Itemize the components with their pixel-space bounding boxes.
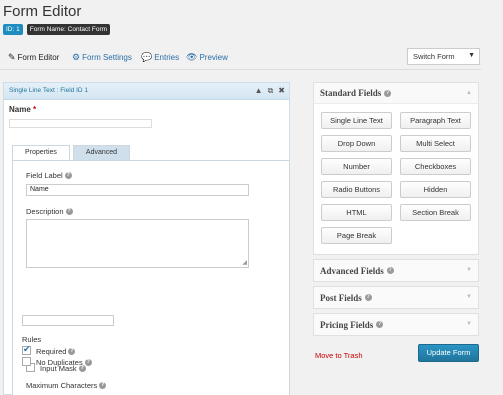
- advanced-fields-box: Advanced Fields ? ▼: [313, 259, 479, 282]
- move-to-trash-link[interactable]: Move to Trash: [315, 351, 363, 360]
- page-title: Form Editor: [3, 3, 82, 20]
- field-sidebar: Standard Fields ? ▲ Single Line Text Par…: [313, 82, 479, 340]
- no-duplicates-text: No Duplicates: [36, 358, 83, 367]
- add-hidden-button[interactable]: Hidden: [400, 181, 471, 198]
- field-title: Name *: [9, 105, 36, 114]
- help-icon[interactable]: ?: [64, 172, 72, 179]
- form-name-badge: Form Name: Contact Form: [26, 24, 111, 35]
- switch-form-value: Switch Form: [413, 52, 455, 61]
- form-id-badge: ID: 1: [3, 24, 23, 35]
- help-icon[interactable]: ?: [384, 89, 392, 97]
- add-section-break-button[interactable]: Section Break: [400, 204, 471, 221]
- standard-fields-header[interactable]: Standard Fields ?: [314, 83, 478, 104]
- chevron-up-icon[interactable]: ▲: [466, 90, 472, 96]
- add-page-break-button[interactable]: Page Break: [321, 227, 392, 244]
- add-single-line-text-button[interactable]: Single Line Text: [321, 112, 392, 129]
- add-drop-down-button[interactable]: Drop Down: [321, 135, 392, 152]
- pricing-fields-header[interactable]: Pricing Fields ?: [314, 314, 478, 335]
- field-panel-header[interactable]: Single Line Text : Field ID 1 ▲ ⧉ ✖: [4, 83, 289, 100]
- tab-properties[interactable]: Properties: [12, 145, 70, 161]
- required-text: Required: [36, 347, 67, 356]
- chevron-down-icon: ▼: [468, 52, 475, 59]
- property-tabs: Properties Advanced: [12, 145, 130, 161]
- pricing-fields-title: Pricing Fields: [320, 319, 374, 330]
- duplicate-icon[interactable]: ⧉: [268, 86, 274, 96]
- description-textarea[interactable]: ◢: [26, 219, 249, 268]
- preview-link[interactable]: 👁 Preview: [186, 52, 228, 63]
- panel-actions: ▲ ⧉ ✖: [255, 86, 285, 96]
- edit-icon: ✎: [8, 52, 16, 62]
- post-fields-title: Post Fields: [320, 292, 362, 303]
- field-label-heading: Field Label ?: [26, 171, 72, 180]
- standard-fields-grid: Single Line Text Paragraph Text Drop Dow…: [314, 104, 478, 254]
- no-duplicates-heading: No Duplicates ?: [36, 358, 92, 367]
- help-icon[interactable]: ?: [65, 208, 73, 215]
- max-chars-input[interactable]: [22, 315, 114, 326]
- help-icon[interactable]: ?: [84, 359, 92, 366]
- entries-label: Entries: [154, 53, 180, 62]
- help-icon[interactable]: ?: [386, 267, 394, 274]
- collapse-icon[interactable]: ▲: [255, 86, 263, 96]
- form-settings-link[interactable]: ⚙ Form Settings: [72, 52, 132, 63]
- rules-heading: Rules: [22, 335, 42, 344]
- standard-fields-title: Standard Fields: [320, 88, 382, 98]
- required-heading: Required ?: [36, 347, 76, 356]
- field-label-text: Field Label: [26, 171, 63, 180]
- add-paragraph-text-button[interactable]: Paragraph Text: [400, 112, 471, 129]
- max-chars-heading: Maximum Characters ?: [26, 381, 107, 390]
- entries-link[interactable]: 💬 Entries: [141, 52, 179, 63]
- field-preview-input[interactable]: [9, 119, 152, 128]
- post-fields-header[interactable]: Post Fields ?: [314, 287, 478, 308]
- field-label-input[interactable]: Name: [26, 184, 249, 196]
- gear-icon: ⚙: [72, 52, 81, 62]
- add-radio-buttons-button[interactable]: Radio Buttons: [321, 181, 392, 198]
- help-icon[interactable]: ?: [376, 321, 384, 328]
- form-badges: ID: 1 Form Name: Contact Form: [3, 24, 111, 35]
- post-fields-box: Post Fields ? ▼: [313, 286, 479, 309]
- field-panel-title: Single Line Text : Field ID 1: [9, 87, 89, 94]
- add-multi-select-button[interactable]: Multi Select: [400, 135, 471, 152]
- max-chars-text: Maximum Characters: [26, 381, 98, 390]
- advanced-fields-title: Advanced Fields: [320, 265, 384, 276]
- chevron-down-icon[interactable]: ▼: [466, 294, 472, 300]
- update-form-button[interactable]: Update Form: [418, 344, 479, 362]
- no-duplicates-checkbox[interactable]: [22, 357, 31, 366]
- field-title-text: Name: [9, 105, 31, 114]
- chevron-down-icon[interactable]: ▼: [466, 321, 472, 327]
- close-icon[interactable]: ✖: [278, 86, 285, 96]
- description-heading: Description ?: [26, 207, 73, 216]
- form-editor-label: Form Editor: [17, 53, 60, 62]
- required-marker: *: [33, 105, 37, 114]
- form-editor-link[interactable]: ✎ Form Editor: [8, 52, 59, 63]
- resize-handle-icon[interactable]: ◢: [242, 259, 247, 266]
- required-checkbox[interactable]: [22, 344, 31, 355]
- help-icon[interactable]: ?: [99, 382, 107, 389]
- editor-toolbar: ✎ Form Editor ⚙ Form Settings 💬 Entries …: [0, 43, 481, 70]
- chevron-down-icon[interactable]: ▼: [466, 267, 472, 273]
- eye-icon: 👁: [186, 52, 198, 62]
- standard-fields-box: Standard Fields ? ▲ Single Line Text Par…: [313, 82, 479, 255]
- help-icon[interactable]: ?: [364, 294, 372, 301]
- tab-advanced[interactable]: Advanced: [72, 145, 130, 161]
- add-html-button[interactable]: HTML: [321, 204, 392, 221]
- comment-icon: 💬: [141, 52, 153, 62]
- description-text: Description: [26, 207, 64, 216]
- preview-label: Preview: [199, 53, 228, 62]
- add-number-button[interactable]: Number: [321, 158, 392, 175]
- switch-form-select[interactable]: Switch Form ▼: [407, 48, 480, 65]
- form-settings-label: Form Settings: [82, 53, 132, 62]
- pricing-fields-box: Pricing Fields ? ▼: [313, 313, 479, 336]
- advanced-fields-header[interactable]: Advanced Fields ?: [314, 260, 478, 281]
- help-icon[interactable]: ?: [68, 348, 76, 355]
- add-checkboxes-button[interactable]: Checkboxes: [400, 158, 471, 175]
